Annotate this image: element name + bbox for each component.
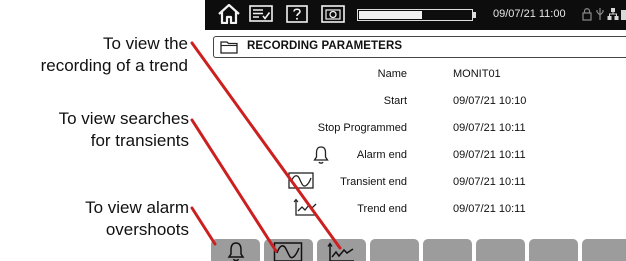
bell-icon <box>313 146 329 164</box>
annotation-alarms-line2: overshoots <box>105 220 189 239</box>
transient-icon <box>273 242 303 261</box>
panel-title: RECORDING PARAMETERS <box>247 40 403 52</box>
lock-icon <box>582 8 592 21</box>
trend-icon <box>327 242 354 261</box>
param-row-name: Name MONIT01 <box>205 64 626 86</box>
help-icon[interactable] <box>286 5 308 23</box>
battery-indicator <box>357 9 473 21</box>
param-value: 09/07/21 10:11 <box>453 176 526 188</box>
battery-fill <box>359 11 422 19</box>
param-row-stop-programmed: Stop Programmed 09/07/21 10:11 <box>205 118 626 140</box>
home-icon[interactable] <box>217 4 241 24</box>
param-label: Name <box>377 68 407 80</box>
empty-softkey[interactable] <box>582 239 626 261</box>
trend-softkey[interactable] <box>317 239 366 261</box>
network-icon <box>607 8 619 20</box>
param-value: 09/07/21 10:10 <box>453 95 527 107</box>
param-value: 09/07/21 10:11 <box>453 149 526 161</box>
annotation-trend-line2: recording of a trend <box>40 56 188 75</box>
empty-softkey[interactable] <box>529 239 578 261</box>
param-label: Transient end <box>340 176 407 188</box>
softkey-bar <box>205 239 626 261</box>
panel-title-bar: RECORDING PARAMETERS <box>213 36 626 58</box>
param-row-trend-end: Trend end 09/07/21 10:11 <box>205 198 626 221</box>
param-row-start: Start 09/07/21 10:10 <box>205 91 626 113</box>
usb-icon <box>596 8 604 20</box>
signal-icon <box>621 10 626 20</box>
transient-softkey[interactable] <box>264 239 313 261</box>
battery-tip <box>473 12 476 18</box>
param-label: Stop Programmed <box>317 122 407 134</box>
alarm-softkey[interactable] <box>211 239 260 261</box>
annotation-transients-line1: To view searches <box>58 109 189 128</box>
param-label: Trend end <box>357 203 407 215</box>
param-label: Alarm end <box>356 149 407 161</box>
status-datetime: 09/07/21 11:00 <box>493 8 566 20</box>
param-value: 09/07/21 10:11 <box>453 122 526 134</box>
annotation-alarms: To view alarm overshoots <box>85 197 189 241</box>
status-bar: 09/07/21 11:00 <box>205 0 626 30</box>
empty-softkey[interactable] <box>476 239 525 261</box>
folder-icon <box>220 41 238 54</box>
empty-softkey[interactable] <box>423 239 472 261</box>
bell-icon <box>227 242 245 261</box>
param-row-transient-end: Transient end 09/07/21 10:11 <box>205 172 626 194</box>
param-value: 09/07/21 10:11 <box>453 203 526 215</box>
annotation-transients: To view searches for transients <box>59 108 189 152</box>
empty-softkey[interactable] <box>370 239 419 261</box>
annotation-trend-line1: To view the <box>102 34 188 53</box>
menu-icon[interactable] <box>249 5 273 22</box>
transient-icon <box>288 172 314 189</box>
param-value: MONIT01 <box>453 68 501 80</box>
camera-icon[interactable] <box>321 5 345 23</box>
device-screen: 09/07/21 11:00 RECORDING PARAMETERS Name… <box>205 0 626 261</box>
param-label: Start <box>383 95 407 107</box>
annotation-alarms-line1: To view alarm <box>85 198 189 217</box>
param-row-alarm-end: Alarm end 09/07/21 10:11 <box>205 145 626 167</box>
annotation-trend: To view the recording of a trend <box>41 33 188 77</box>
trend-icon <box>293 198 317 216</box>
annotation-transients-line2: for transients <box>90 131 189 150</box>
